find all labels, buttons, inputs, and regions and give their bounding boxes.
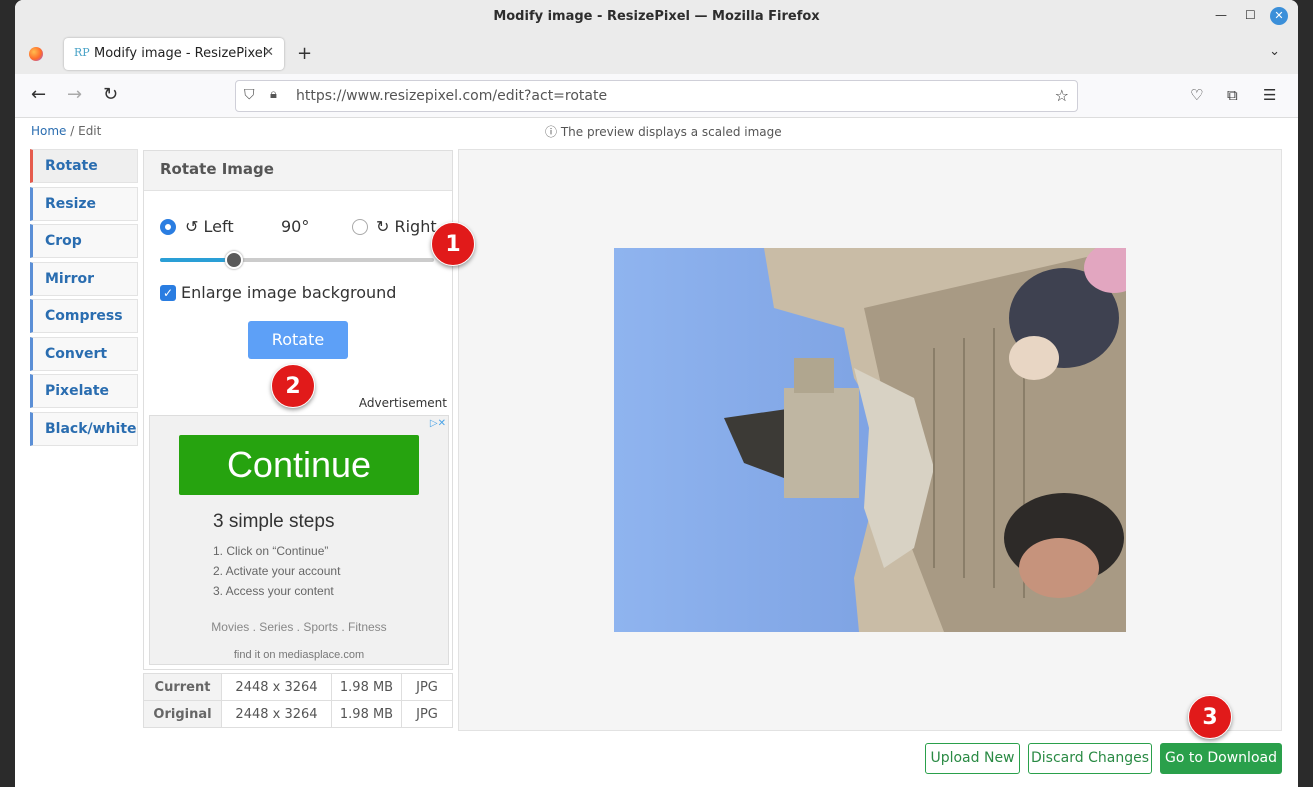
back-icon[interactable]: ← [31, 84, 46, 105]
maximize-icon[interactable]: ☐ [1245, 8, 1256, 22]
left-radio[interactable] [160, 219, 176, 235]
upload-new-button[interactable]: Upload New [925, 743, 1020, 774]
step-badge-1: 1 [431, 222, 475, 266]
extensions-icon[interactable]: ⧉ [1227, 86, 1238, 104]
rotate-panel: Rotate Image ↺ Left 90° ↻ Right ✓ Enlarg… [143, 150, 453, 670]
cell-format: JPG [401, 700, 453, 728]
ad-step: 2. Activate your account [213, 564, 341, 578]
ad-step: 3. Access your content [213, 584, 334, 598]
cell-format: JPG [401, 673, 453, 701]
forward-icon[interactable]: → [67, 84, 82, 105]
ad-categories: Movies . Series . Sports . Fitness [211, 620, 387, 634]
panel-title: Rotate Image [144, 151, 452, 191]
right-label: ↻ Right [376, 217, 437, 236]
lock-icon[interactable]: 🔒︎ [270, 87, 277, 102]
site-favicon-icon: RP [74, 46, 90, 59]
close-tab-icon[interactable]: ✕ [263, 45, 274, 60]
menu-hamburger-icon[interactable]: ☰ [1263, 86, 1276, 104]
image-preview-area [458, 149, 1282, 731]
menu-item-resize[interactable]: Resize [30, 186, 138, 221]
cell-dimensions: 2448 x 3264 [221, 673, 332, 701]
tab-label: Modify image - ResizePixel [94, 46, 267, 61]
image-info-table: Current 2448 x 3264 1.98 MB JPG Original… [143, 673, 453, 728]
left-label: ↺ Left [185, 217, 234, 236]
preview-note: ⓘ The preview displays a scaled image [545, 125, 782, 139]
breadcrumb-home-link[interactable]: Home [31, 124, 66, 138]
navigation-bar: ← → ↻ ⛉ 🔒︎ https://www.resizepixel.com/e… [15, 74, 1298, 118]
pocket-icon[interactable]: ♡ [1190, 86, 1203, 104]
row-label: Original [143, 700, 222, 728]
angle-slider[interactable] [160, 251, 434, 269]
close-window-icon[interactable]: ✕ [1270, 7, 1288, 25]
table-row: Original 2448 x 3264 1.98 MB JPG [143, 700, 453, 728]
menu-item-pixelate[interactable]: Pixelate [30, 374, 138, 408]
cell-size: 1.98 MB [331, 673, 402, 701]
bookmark-star-icon[interactable]: ☆ [1055, 86, 1069, 105]
menu-item-crop[interactable]: Crop [30, 224, 138, 258]
row-label: Current [143, 673, 222, 701]
advertisement-box[interactable]: ▷✕ Continue 3 simple steps 1. Click on “… [149, 415, 449, 665]
preview-image [614, 248, 1126, 632]
firefox-view-icon[interactable] [29, 47, 43, 61]
step-badge-2: 2 [271, 364, 315, 408]
browser-window: Modify image - ResizePixel — Mozilla Fir… [15, 0, 1298, 787]
new-tab-icon[interactable]: + [297, 43, 312, 64]
tab-modify-image[interactable]: RP Modify image - ResizePixel ✕ [64, 38, 284, 70]
slider-handle[interactable] [224, 251, 243, 269]
cell-size: 1.98 MB [331, 700, 402, 728]
list-tabs-chevron-down-icon[interactable]: ⌄ [1269, 44, 1280, 59]
angle-value: 90° [281, 217, 310, 236]
enlarge-checkbox[interactable]: ✓ [160, 285, 176, 301]
menu-item-compress[interactable]: Compress [30, 299, 138, 333]
breadcrumb: Home / Edit [31, 124, 101, 138]
page-content: Home / Edit ⓘ The preview displays a sca… [15, 118, 1298, 787]
step-badge-3: 3 [1188, 695, 1232, 739]
discard-changes-button[interactable]: Discard Changes [1028, 743, 1152, 774]
rotate-button[interactable]: Rotate [248, 321, 348, 359]
right-radio[interactable] [352, 219, 368, 235]
go-to-download-button[interactable]: Go to Download [1160, 743, 1282, 774]
menu-item-convert[interactable]: Convert [30, 336, 138, 371]
breadcrumb-separator: / [66, 124, 79, 138]
ad-step: 1. Click on “Continue” [213, 544, 329, 558]
menu-item-mirror[interactable]: Mirror [30, 261, 138, 296]
tools-menu: Rotate Resize Crop Mirror Compress Conve… [30, 149, 138, 449]
shield-icon[interactable]: ⛉ [244, 87, 255, 103]
reload-icon[interactable]: ↻ [103, 84, 118, 105]
slider-fill [160, 258, 234, 262]
ad-heading: 3 simple steps [213, 511, 335, 532]
breadcrumb-current: Edit [78, 124, 102, 138]
advertisement-label: Advertisement [358, 396, 447, 410]
enlarge-label[interactable]: Enlarge image background [181, 283, 396, 302]
ad-continue-button[interactable]: Continue [179, 435, 419, 495]
menu-item-black-white[interactable]: Black/white [30, 411, 138, 446]
address-bar[interactable]: ⛉ 🔒︎ https://www.resizepixel.com/edit?ac… [235, 80, 1078, 112]
tab-bar: RP Modify image - ResizePixel ✕ + ⌄ [15, 34, 1298, 74]
window-title: Modify image - ResizePixel — Mozilla Fir… [493, 9, 820, 24]
table-row: Current 2448 x 3264 1.98 MB JPG [143, 673, 453, 701]
cell-dimensions: 2448 x 3264 [221, 700, 332, 728]
rotated-photo [614, 248, 1126, 632]
minimize-icon[interactable]: — [1215, 8, 1227, 22]
url-text[interactable]: https://www.resizepixel.com/edit?act=rot… [296, 88, 607, 104]
adchoices-icon[interactable]: ▷✕ [430, 418, 446, 429]
title-bar: Modify image - ResizePixel — Mozilla Fir… [15, 0, 1298, 34]
menu-item-rotate[interactable]: Rotate [30, 149, 138, 183]
ad-footer: find it on mediasplace.com [233, 649, 365, 661]
